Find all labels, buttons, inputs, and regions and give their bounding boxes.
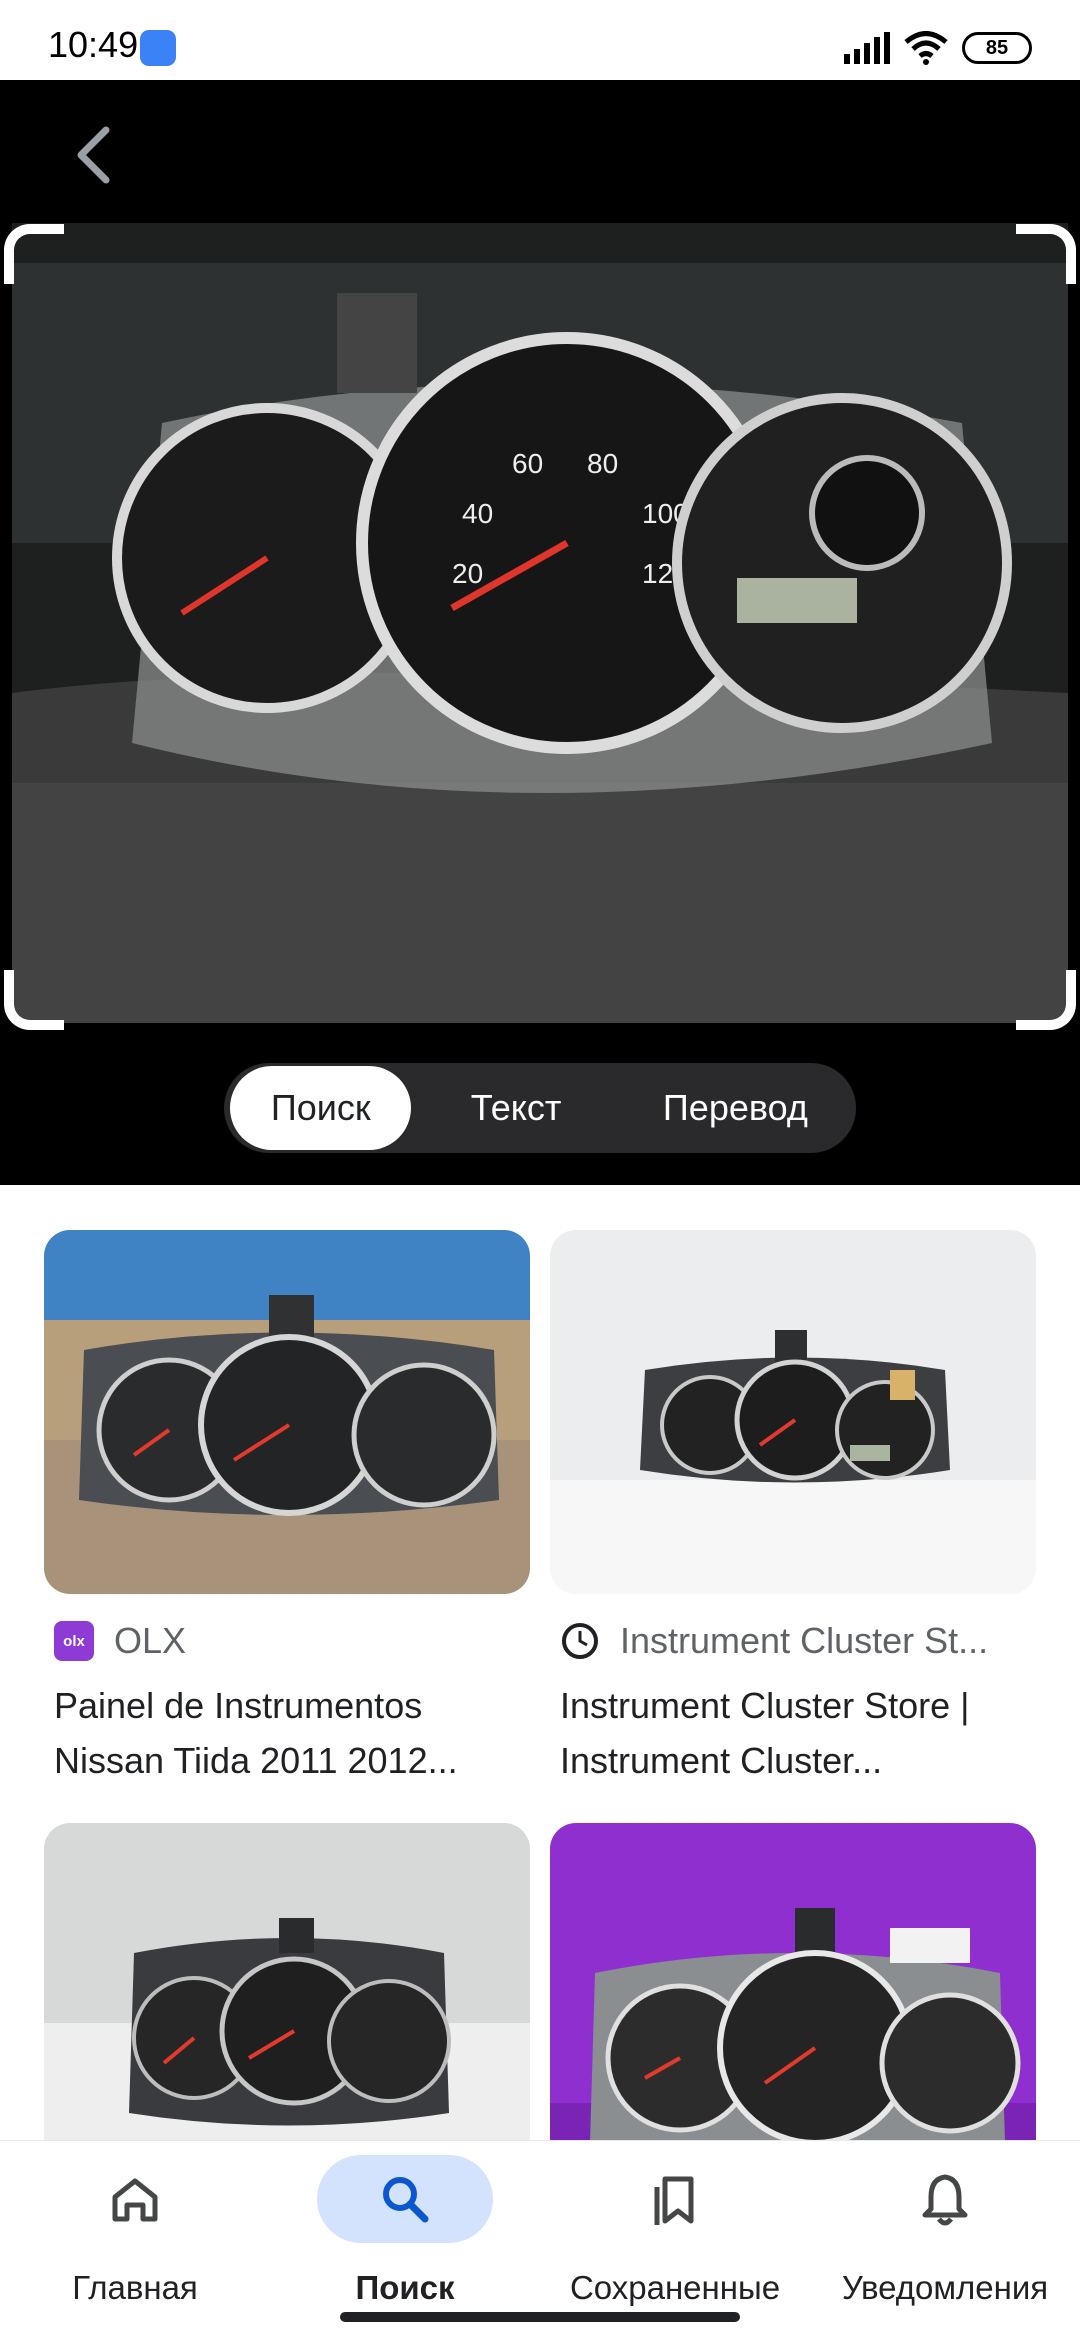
instrument-cluster-photo: 60 80 40 20 100 120 — [12, 223, 1068, 1023]
bell-icon — [922, 2174, 968, 2226]
crop-handle-bottom-right[interactable] — [1016, 970, 1076, 1030]
clock-icon — [562, 1623, 598, 1659]
result-thumbnail[interactable] — [44, 1823, 530, 2187]
bottom-navigation: Главная Поиск Сохраненные Уведомления — [0, 2140, 1080, 2340]
nav-notifications[interactable]: Уведомления — [810, 2141, 1080, 2340]
result-source: Instrument Cluster St... — [560, 1620, 988, 1662]
signal-icon — [844, 32, 890, 64]
gesture-bar[interactable] — [340, 2312, 740, 2322]
battery-indicator: 85 — [962, 32, 1032, 64]
app-notification-icon — [140, 30, 176, 66]
result-card[interactable]: olx OLX Painel de Instrumentos Nissan Ti… — [44, 1230, 530, 1781]
status-indicators: 85 — [844, 28, 1032, 68]
olx-logo-icon: olx — [54, 1621, 94, 1661]
svg-text:20: 20 — [452, 558, 483, 589]
result-thumbnail[interactable] — [550, 1230, 1036, 1594]
tab-search[interactable]: Поиск — [230, 1066, 412, 1150]
result-card[interactable] — [44, 1823, 530, 2187]
crop-handle-top-right[interactable] — [1016, 224, 1076, 284]
nav-label: Уведомления — [841, 2269, 1049, 2306]
nav-search[interactable]: Поиск — [270, 2141, 540, 2340]
result-source-name: OLX — [114, 1620, 187, 1661]
svg-text:60: 60 — [512, 448, 543, 479]
svg-text:40: 40 — [462, 498, 493, 529]
query-image[interactable]: 60 80 40 20 100 120 — [12, 223, 1068, 1023]
result-title[interactable]: Painel de Instrumentos Nissan Tiida 2011… — [54, 1678, 530, 1788]
svg-text:80: 80 — [587, 448, 618, 479]
result-image — [44, 1230, 530, 1594]
nav-label: Главная — [72, 2269, 198, 2306]
crop-handle-top-left[interactable] — [4, 224, 64, 284]
nav-home[interactable]: Главная — [0, 2141, 270, 2340]
tab-text[interactable]: Текст — [411, 1066, 620, 1150]
nav-label: Сохраненные — [569, 2269, 781, 2306]
nav-label: Поиск — [355, 2269, 455, 2306]
result-title[interactable]: Instrument Cluster Store | Instrument Cl… — [560, 1678, 1036, 1788]
result-thumbnail[interactable] — [44, 1230, 530, 1594]
result-image — [550, 1823, 1036, 2187]
result-thumbnail[interactable] — [550, 1823, 1036, 2187]
lens-mode-switch: Поиск Текст Перевод — [224, 1063, 856, 1153]
tab-translate[interactable]: Перевод — [621, 1066, 850, 1150]
home-icon — [112, 2178, 158, 2222]
nav-saved[interactable]: Сохраненные — [540, 2141, 810, 2340]
back-icon[interactable] — [66, 120, 126, 190]
crop-handle-bottom-left[interactable] — [4, 970, 64, 1030]
bookmarks-icon — [654, 2176, 694, 2225]
result-card[interactable] — [550, 1823, 1036, 2187]
status-bar: 10:49 85 — [0, 0, 1080, 80]
result-source-name: Instrument Cluster St... — [620, 1620, 989, 1661]
image-viewer: 60 80 40 20 100 120 Поиск Текст Перевод — [0, 80, 1080, 1185]
result-card[interactable]: Instrument Cluster St... Instrument Clus… — [550, 1230, 1036, 1781]
wifi-icon — [904, 31, 948, 65]
result-image — [44, 1823, 530, 2187]
result-image — [550, 1230, 1036, 1594]
search-icon — [383, 2177, 429, 2223]
status-time: 10:49 — [48, 24, 139, 65]
result-source: olx OLX — [54, 1620, 186, 1662]
